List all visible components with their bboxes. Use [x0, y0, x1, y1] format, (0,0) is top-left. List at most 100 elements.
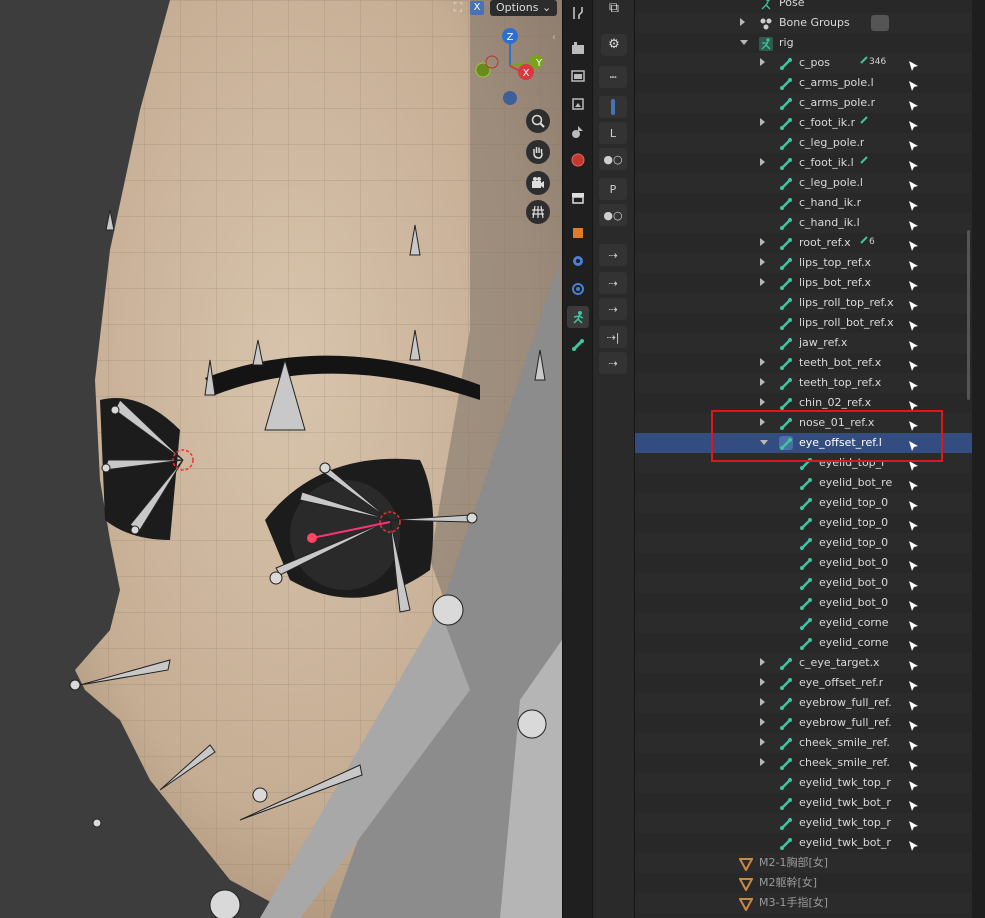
expand-arrow-icon[interactable]	[760, 678, 765, 686]
p-button[interactable]: P	[599, 178, 627, 200]
select-cursor-icon[interactable]	[907, 377, 919, 391]
bone-row[interactable]: eyelid_top_0	[635, 493, 973, 513]
bone-row[interactable]: eyelid_twk_bot_r	[635, 793, 973, 813]
select-cursor-icon[interactable]	[907, 97, 919, 111]
select-cursor-icon[interactable]	[907, 657, 919, 671]
bone-row[interactable]: lips_top_ref.x	[635, 253, 973, 273]
select-cursor-icon[interactable]	[907, 397, 919, 411]
bone-row[interactable]: cheek_smile_ref.	[635, 733, 973, 753]
outliner-row[interactable]: Pose	[635, 0, 973, 13]
bone-row[interactable]: eyelid_bot_re	[635, 473, 973, 493]
render-icon[interactable]	[567, 37, 589, 59]
bar-toggle[interactable]	[599, 96, 627, 118]
bone-row[interactable]: c_hand_ik.l	[635, 213, 973, 233]
outliner-row[interactable]: rig	[635, 33, 973, 53]
bone-row[interactable]: eyelid_corne	[635, 613, 973, 633]
bone-row[interactable]: teeth_top_ref.x	[635, 373, 973, 393]
3d-viewport[interactable]: ⛶ X Options ⌄ Z Y X ‹	[0, 0, 562, 918]
hand-pan-icon[interactable]	[526, 140, 550, 164]
expand-arrow-icon[interactable]	[760, 378, 765, 386]
select-cursor-icon[interactable]	[907, 297, 919, 311]
arrow-icon-1[interactable]: ⇢	[599, 244, 627, 266]
scene-icon[interactable]	[567, 121, 589, 143]
group-icon[interactable]	[871, 15, 889, 31]
select-cursor-icon[interactable]	[907, 477, 919, 491]
output-icon[interactable]	[567, 65, 589, 87]
bone-row[interactable]: eyelid_top_0	[635, 513, 973, 533]
select-cursor-icon[interactable]	[907, 177, 919, 191]
bone-row[interactable]: eyelid_twk_top_r	[635, 813, 973, 833]
expand-arrow-icon[interactable]	[760, 278, 765, 286]
armature-data-icon[interactable]	[567, 306, 589, 328]
select-cursor-icon[interactable]	[907, 77, 919, 91]
bone-row[interactable]: lips_bot_ref.x	[635, 273, 973, 293]
bone-row[interactable]: teeth_bot_ref.x	[635, 353, 973, 373]
expand-arrow-icon[interactable]	[760, 258, 765, 266]
rig-toggle-icon[interactable]: ⚙	[601, 34, 627, 56]
bone-icon[interactable]	[567, 334, 589, 356]
bone-row[interactable]: root_ref.x 6	[635, 233, 973, 253]
bone-row[interactable]: eyelid_corne	[635, 633, 973, 653]
arrow-icon-2[interactable]: ⇢	[599, 272, 627, 294]
navigation-gizmo[interactable]: Z Y X	[470, 26, 550, 110]
expand-arrow-icon[interactable]	[760, 758, 765, 766]
expand-arrow-icon[interactable]	[760, 658, 765, 666]
zoom-icon[interactable]	[526, 109, 550, 133]
select-cursor-icon[interactable]	[907, 677, 919, 691]
expand-arrow-icon[interactable]	[760, 698, 765, 706]
world-icon[interactable]	[567, 149, 589, 171]
bone-row[interactable]: eyelid_bot_0	[635, 553, 973, 573]
select-cursor-icon[interactable]	[907, 537, 919, 551]
bone-row[interactable]: eyelid_top_0	[635, 533, 973, 553]
collection-icon[interactable]	[567, 187, 589, 209]
l-button[interactable]: L	[599, 122, 627, 144]
select-cursor-icon[interactable]	[907, 157, 919, 171]
options-dropdown[interactable]: Options ⌄	[490, 0, 558, 16]
bone-row[interactable]: cheek_smile_ref.	[635, 753, 973, 773]
select-cursor-icon[interactable]	[907, 137, 919, 151]
dots-toggle-icon[interactable]: ●○	[599, 148, 627, 170]
select-cursor-icon[interactable]	[907, 557, 919, 571]
grid-icon[interactable]	[526, 200, 550, 224]
select-cursor-icon[interactable]	[907, 577, 919, 591]
select-cursor-icon[interactable]	[907, 277, 919, 291]
object-icon[interactable]	[567, 222, 589, 244]
select-cursor-icon[interactable]	[907, 357, 919, 371]
tool-icon[interactable]	[567, 2, 589, 24]
bone-row[interactable]: eyelid_twk_top_r	[635, 773, 973, 793]
select-cursor-icon[interactable]	[907, 337, 919, 351]
select-cursor-icon[interactable]	[907, 597, 919, 611]
arrow-icon-3[interactable]: ⇢	[599, 298, 627, 320]
select-cursor-icon[interactable]	[907, 237, 919, 251]
outliner-row[interactable]: Bone Groups	[635, 13, 973, 33]
select-cursor-icon[interactable]	[907, 217, 919, 231]
overlay-icon[interactable]: ⛶	[448, 0, 468, 16]
select-cursor-icon[interactable]	[907, 617, 919, 631]
bone-row[interactable]: c_leg_pole.r	[635, 133, 973, 153]
select-cursor-icon[interactable]	[907, 837, 919, 851]
bone-row[interactable]: eyelid_bot_0	[635, 573, 973, 593]
select-cursor-icon[interactable]	[907, 117, 919, 131]
dots-toggle-icon-2[interactable]: ●○	[599, 204, 627, 226]
bone-row[interactable]: c_foot_ik.r	[635, 113, 973, 133]
arrow-icon-5[interactable]: ⇢	[599, 352, 627, 374]
bone-row[interactable]: eyelid_bot_0	[635, 593, 973, 613]
bone-row[interactable]: jaw_ref.x	[635, 333, 973, 353]
bone-row[interactable]: c_leg_pole.l	[635, 173, 973, 193]
bone-row[interactable]: lips_roll_bot_ref.x	[635, 313, 973, 333]
x-ray-toggle[interactable]: X	[470, 1, 484, 15]
select-cursor-icon[interactable]	[907, 257, 919, 271]
expand-arrow-icon[interactable]	[760, 398, 765, 406]
expand-arrow-icon[interactable]	[760, 738, 765, 746]
bone-row[interactable]: eyelid_twk_bot_r	[635, 833, 973, 853]
expand-arrow-icon[interactable]	[760, 358, 765, 366]
expand-arrow-icon[interactable]	[740, 18, 745, 26]
bone-row[interactable]: lips_roll_top_ref.x	[635, 293, 973, 313]
camera-icon[interactable]	[526, 171, 550, 195]
outliner-row[interactable]: M3-1手指[女]	[635, 893, 973, 913]
bone-row[interactable]: c_eye_target.x	[635, 653, 973, 673]
select-cursor-icon[interactable]	[907, 197, 919, 211]
select-cursor-icon[interactable]	[907, 57, 919, 71]
physics-icon[interactable]	[567, 278, 589, 300]
bone-row[interactable]: c_hand_ik.r	[635, 193, 973, 213]
